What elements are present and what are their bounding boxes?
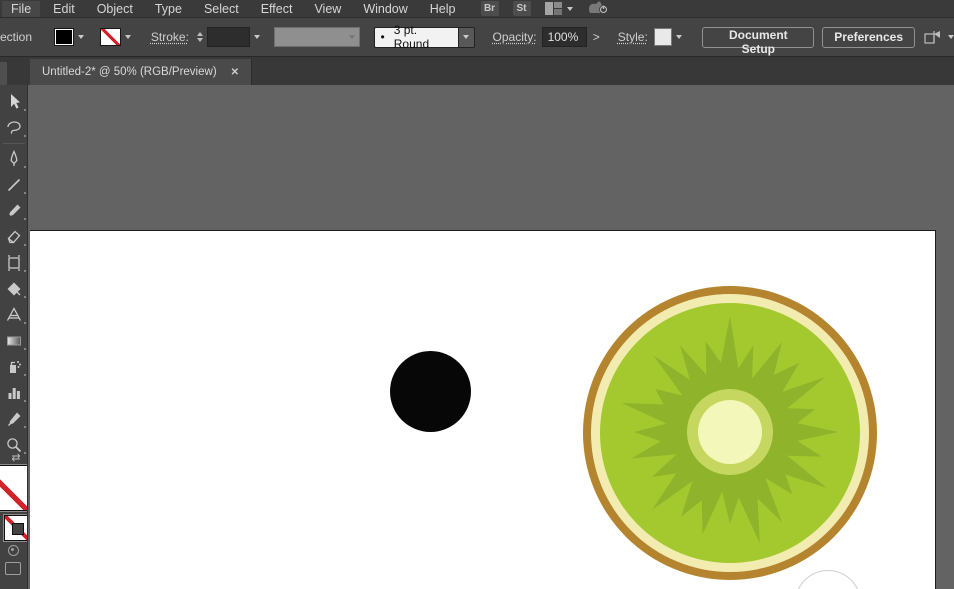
preferences-button[interactable]: Preferences (822, 26, 915, 48)
workspace-switcher-icon (544, 2, 562, 15)
paintbrush-tool[interactable] (0, 198, 27, 224)
width-profile-chevron-icon (348, 35, 355, 39)
menu-view[interactable]: View (305, 1, 350, 17)
line-segment-tool[interactable] (0, 172, 27, 198)
stroke-color-swatch[interactable] (100, 28, 121, 46)
stroke-weight-label[interactable]: Stroke: (151, 30, 189, 44)
menu-type[interactable]: Type (146, 1, 191, 17)
menu-edit[interactable]: Edit (44, 1, 84, 17)
gradient-tool-icon (7, 336, 21, 346)
menu-window[interactable]: Window (354, 1, 416, 17)
touch-workspace-icon (588, 1, 608, 14)
selection-tool-icon (11, 94, 20, 109)
fill-color-swatch[interactable] (54, 28, 75, 46)
draw-normal-mode-icon[interactable] (5, 562, 21, 575)
style-label[interactable]: Style: (618, 30, 648, 44)
tab-close-icon[interactable]: ✕ (229, 67, 241, 78)
symbol-sprayer-tool[interactable] (0, 354, 27, 380)
gradient-tool[interactable] (0, 328, 27, 354)
artboard-tool[interactable] (0, 250, 27, 276)
color-mode-icon[interactable] (8, 545, 19, 556)
fill-chevron-icon[interactable] (78, 35, 85, 39)
eraser-tool[interactable] (0, 224, 27, 250)
tab-bar: Untitled-2* @ 50% (RGB/Preview) ✕ (0, 57, 954, 85)
menu-file[interactable]: File (2, 0, 41, 17)
toolbar-divider (2, 143, 25, 144)
brush-definition-value: 3 pt. Round (393, 23, 430, 51)
illustrator-window: File Edit Object Type Select Effect View… (0, 0, 954, 589)
menu-help[interactable]: Help (421, 1, 465, 17)
width-profile-dropdown (274, 27, 360, 47)
document-tab[interactable]: Untitled-2* @ 50% (RGB/Preview) ✕ (30, 59, 253, 85)
eyedropper-tool-icon (8, 412, 21, 426)
column-graph-tool-icon (8, 388, 20, 399)
stroke-weight-stepper[interactable] (196, 32, 203, 42)
chevron-down-icon (566, 6, 573, 11)
kiwi-illustration[interactable] (583, 286, 877, 580)
fill-swatch-indicator[interactable] (0, 465, 27, 511)
control-bar: ection Stroke: • 3 pt. Round Opacity: 10… (0, 18, 954, 57)
symbol-sprayer-tool-icon (10, 361, 21, 373)
style-swatch[interactable] (653, 28, 673, 46)
line-segment-tool-icon (7, 178, 21, 192)
swap-arrows-icon: ⇄ (11, 452, 21, 464)
arrange-documents[interactable] (923, 29, 954, 45)
stroke-swatch-indicator[interactable] (4, 515, 27, 541)
toolbar-top-edge (0, 62, 7, 85)
kiwi-core-circle[interactable] (698, 400, 762, 464)
app-bar-icons: Br St (480, 0, 609, 18)
workspace-switcher[interactable] (544, 2, 573, 15)
opacity-input[interactable]: 100% (541, 27, 587, 47)
pen-tool-icon (10, 149, 18, 166)
swap-fill-stroke[interactable]: ⇄ (6, 452, 26, 464)
brush-dot-icon: • (380, 30, 385, 44)
opacity-label[interactable]: Opacity: (493, 30, 537, 44)
perspective-grid-tool[interactable] (0, 302, 27, 328)
opacity-panel-arrow[interactable]: > (589, 30, 604, 44)
perspective-grid-tool-icon (6, 307, 22, 321)
document-setup-button[interactable]: Document Setup (702, 26, 815, 56)
menu-object[interactable]: Object (88, 1, 142, 17)
arrange-documents-icon (924, 31, 940, 44)
eyedropper-tool[interactable] (0, 406, 27, 432)
column-graph-tool[interactable] (0, 380, 27, 406)
pen-tool[interactable] (0, 146, 27, 172)
brush-chevron-button[interactable] (458, 26, 475, 48)
lasso-tool[interactable] (0, 115, 27, 141)
stroke-chevron-icon[interactable] (124, 35, 131, 39)
selection-tool[interactable] (0, 89, 27, 115)
bridge-icon[interactable]: Br (480, 1, 499, 16)
touch-workspace-toggle[interactable] (587, 0, 609, 18)
menu-bar: File Edit Object Type Select Effect View… (0, 0, 954, 18)
eraser-tool-icon (7, 230, 21, 244)
paintbrush-tool-icon (9, 204, 21, 216)
shape-builder-tool-icon (7, 282, 21, 296)
menu-effect[interactable]: Effect (252, 1, 302, 17)
lasso-tool-icon (7, 121, 21, 134)
style-chevron-icon[interactable] (676, 35, 683, 39)
document-tab-title: Untitled-2* @ 50% (RGB/Preview) (42, 66, 217, 78)
artboard[interactable] (30, 230, 936, 589)
stroke-weight-chevron-icon[interactable] (254, 35, 261, 39)
stock-icon[interactable]: St (512, 1, 531, 16)
arrange-chevron-icon (948, 35, 954, 39)
menu-select[interactable]: Select (195, 1, 248, 17)
pasteboard (0, 85, 954, 589)
brush-definition-dropdown[interactable]: • 3 pt. Round (373, 23, 475, 51)
shape-builder-tool[interactable] (0, 276, 27, 302)
artboard-tool-icon (8, 255, 20, 271)
tools-panel: ⇄ (0, 85, 28, 589)
black-circle-object[interactable] (390, 351, 471, 432)
stroke-weight-input[interactable] (206, 27, 251, 47)
selection-status-label: ection (0, 30, 33, 44)
